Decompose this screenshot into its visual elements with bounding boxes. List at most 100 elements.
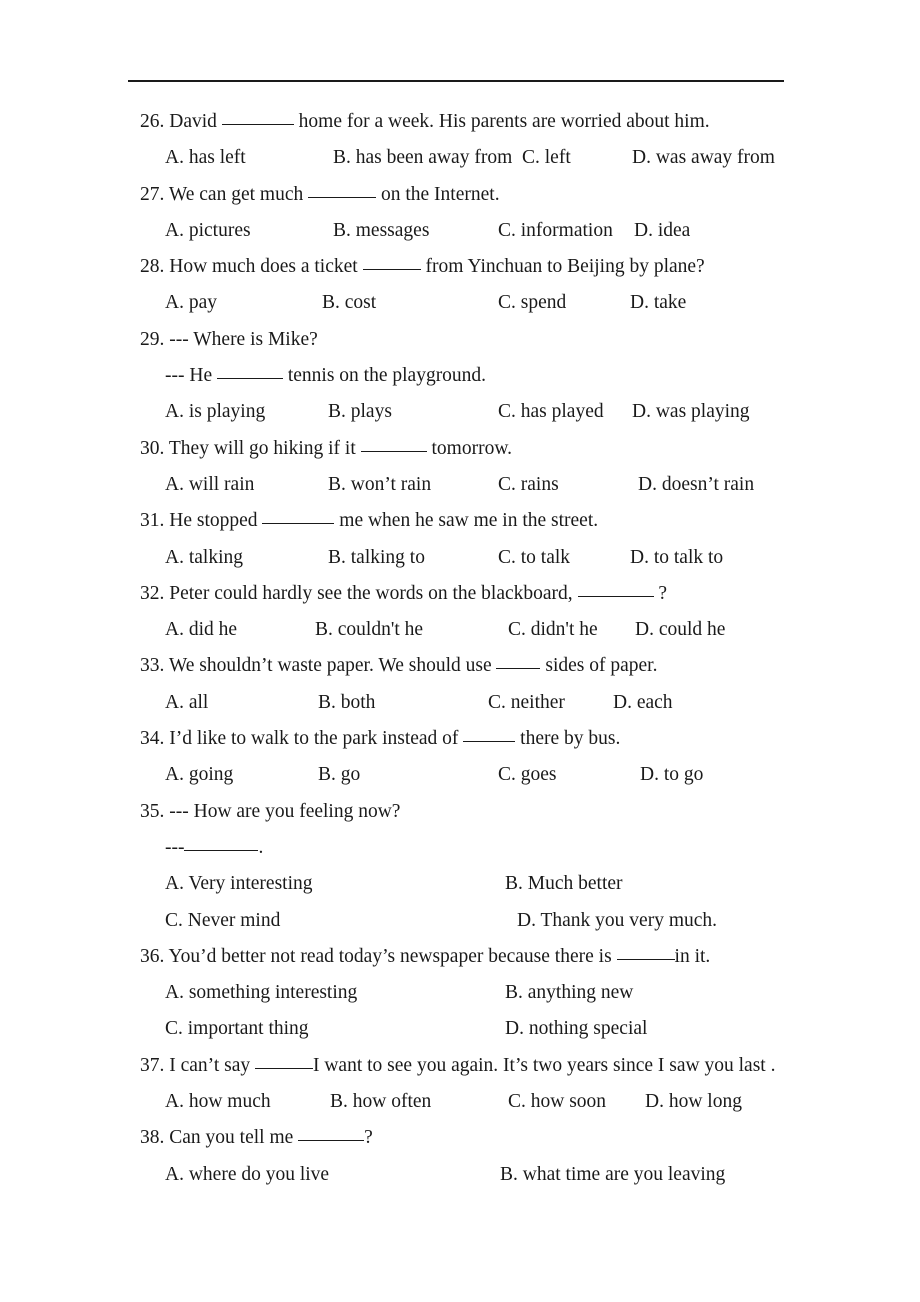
option-row: A. has left B. has been away from C. left D… [0, 140, 920, 176]
answer-option[interactable]: C. how soon [508, 1084, 606, 1120]
answer-option[interactable]: B. talking to [328, 540, 425, 576]
answer-option[interactable]: B. won’t rain [328, 467, 431, 503]
question-text-after-blank: I want to see you again. It’s two years … [312, 1054, 776, 1076]
answer-blank [216, 364, 283, 380]
question-number: 31. [140, 510, 165, 532]
answer-blank [254, 1054, 313, 1069]
answer-option[interactable]: A. going [165, 757, 233, 793]
answer-option[interactable]: A. has left [165, 140, 246, 176]
answer-option[interactable]: A. pay [165, 285, 217, 321]
question-text-after-blank: ? [653, 582, 668, 604]
answer-blank [577, 582, 654, 597]
answer-option[interactable]: A. is playing [165, 394, 265, 430]
question-text-before-blank: You’d better not read today’s newspaper … [164, 945, 617, 967]
questions-container: 26. David home for a week. His parents a… [0, 104, 920, 1193]
answer-option[interactable]: A. all [165, 685, 208, 721]
answer-option[interactable]: C. information [498, 213, 613, 249]
answer-option[interactable]: C. Never mind [165, 903, 280, 939]
reply-text-before-blank: --- He [165, 365, 213, 387]
answer-option[interactable]: D. idea [634, 213, 690, 249]
answer-option[interactable]: B. Much better [505, 866, 623, 902]
answer-blank [463, 727, 516, 743]
option-row: A. going B. go C. goes D. to go [0, 757, 920, 793]
answer-option[interactable]: D. take [630, 285, 686, 321]
answer-blank [616, 945, 675, 960]
answer-option[interactable]: C. neither [488, 685, 565, 721]
question-stem: 28. How much does a ticket from Yinchuan… [0, 249, 920, 285]
question-number: 33. [140, 655, 165, 677]
question-text-before-blank: Peter could hardly see the words on the … [164, 582, 578, 604]
answer-option[interactable]: A. where do you live [165, 1157, 329, 1193]
answer-blank [184, 836, 259, 851]
answer-option[interactable]: D. doesn’t rain [638, 467, 754, 503]
answer-option[interactable]: A. talking [165, 540, 243, 576]
question-text-after-blank: tomorrow. [426, 437, 513, 459]
answer-option[interactable]: C. to talk [498, 540, 570, 576]
answer-option[interactable]: D. Thank you very much. [517, 903, 717, 939]
answer-option[interactable]: C. has played [498, 394, 604, 430]
answer-option[interactable]: D. was away from [632, 140, 775, 176]
question-text-after-blank: ? [364, 1127, 373, 1149]
answer-option[interactable]: C. rains [498, 467, 559, 503]
reply-text-before-blank: --- [165, 836, 185, 858]
answer-option[interactable]: C. goes [498, 757, 557, 793]
answer-option[interactable]: B. what time are you leaving [500, 1157, 725, 1193]
document-page: 26. David home for a week. His parents a… [0, 0, 920, 1302]
question-stem: 36. You’d better not read today’s newspa… [0, 939, 920, 975]
answer-option[interactable]: B. messages [333, 213, 429, 249]
question-text-before-blank: --- How are you feeling now? [164, 800, 401, 822]
question-stem: 33. We shouldn’t waste paper. We should … [0, 648, 920, 684]
header-horizontal-rule [128, 80, 784, 82]
answer-option[interactable]: B. couldn't he [315, 612, 423, 648]
question-text-after-blank: me when he saw me in the street. [334, 510, 599, 532]
option-row: A. talking B. talking to C. to talk D. to t… [0, 540, 920, 576]
answer-option[interactable]: D. to go [640, 757, 703, 793]
question-text-before-blank: How much does a ticket [164, 256, 363, 278]
answer-blank [496, 654, 541, 670]
answer-option[interactable]: D. nothing special [505, 1011, 647, 1047]
option-row: C. Never mind D. Thank you very much. [0, 903, 920, 939]
question-stem: 35. --- How are you feeling now? [0, 794, 920, 830]
question-stem: 34. I’d like to walk to the park instead… [0, 721, 920, 757]
answer-option[interactable]: A. did he [165, 612, 237, 648]
question-text-before-blank: We shouldn’t waste paper. We should use [164, 655, 497, 677]
option-row: A. all B. both C. neither D. each [0, 685, 920, 721]
answer-option[interactable]: D. how long [645, 1084, 742, 1120]
question-stem: 26. David home for a week. His parents a… [0, 104, 920, 140]
answer-option[interactable]: C. left [522, 140, 571, 176]
question-text-before-blank: Can you tell me [164, 1127, 299, 1149]
answer-option[interactable]: B. go [318, 757, 360, 793]
answer-option[interactable]: C. important thing [165, 1011, 309, 1047]
answer-option[interactable]: C. spend [498, 285, 566, 321]
question-number: 35. [140, 800, 165, 822]
answer-option[interactable]: D. each [613, 685, 673, 721]
answer-option[interactable]: B. anything new [505, 975, 633, 1011]
answer-blank [362, 255, 421, 271]
answer-option[interactable]: B. cost [322, 285, 376, 321]
option-row: A. how much B. how often C. how soon D. how… [0, 1084, 920, 1120]
question-stem: 30. They will go hiking if it tomorrow. [0, 431, 920, 467]
answer-option[interactable]: B. plays [328, 394, 392, 430]
answer-option[interactable]: B. both [318, 685, 375, 721]
answer-blank [262, 509, 335, 525]
answer-option[interactable]: A. will rain [165, 467, 254, 503]
answer-option[interactable]: A. pictures [165, 213, 251, 249]
answer-option[interactable]: B. has been away from [333, 140, 512, 176]
answer-option[interactable]: C. didn't he [508, 612, 598, 648]
answer-option[interactable]: A. Very interesting [165, 866, 313, 902]
answer-option[interactable]: D. to talk to [630, 540, 723, 576]
question-dialogue-reply: ---. [0, 830, 920, 866]
answer-option[interactable]: A. how much [165, 1084, 271, 1120]
answer-blank [221, 110, 294, 125]
question-stem: 27. We can get much on the Internet. [0, 177, 920, 213]
question-number: 26. [140, 111, 165, 132]
answer-blank [298, 1126, 365, 1142]
answer-option[interactable]: A. something interesting [165, 975, 357, 1011]
question-number: 32. [140, 582, 165, 604]
answer-blank [308, 183, 377, 198]
question-stem: 37. I can’t say I want to see you again.… [0, 1048, 920, 1084]
answer-option[interactable]: D. was playing [632, 394, 750, 430]
answer-option[interactable]: D. could he [635, 612, 725, 648]
answer-option[interactable]: B. how often [330, 1084, 431, 1120]
question-number: 29. [140, 328, 165, 350]
